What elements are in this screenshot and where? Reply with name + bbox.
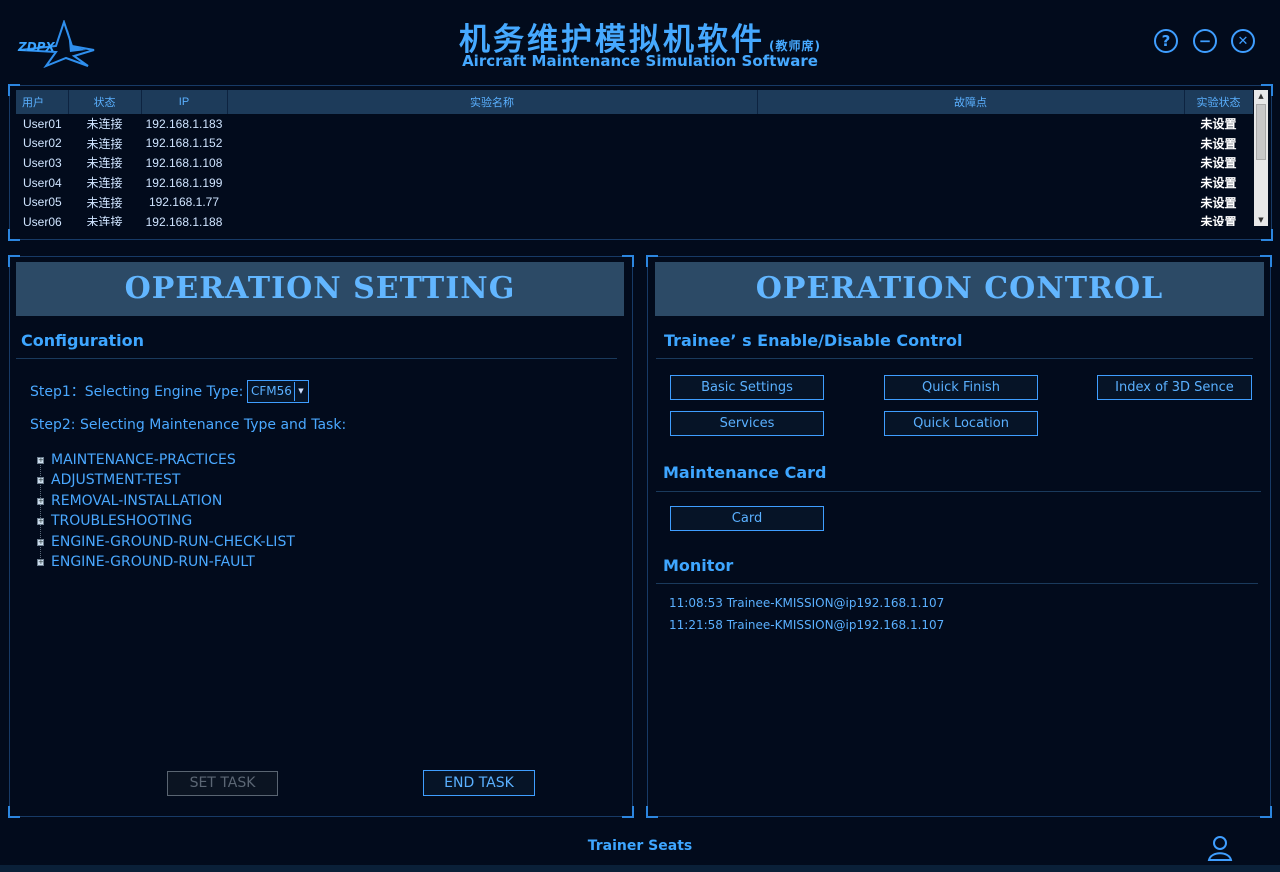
cell-experiment (227, 173, 757, 193)
monitor-heading: Monitor (663, 556, 734, 575)
user-table: 用户 状态 IP 实验名称 故障点 实验状态 User01 未连接 192.16… (16, 90, 1253, 226)
table-scrollbar[interactable]: ▲ ▼ (1254, 90, 1268, 226)
set-task-button[interactable]: SET TASK (167, 771, 278, 796)
cell-ip: 192.168.1.188 (145, 214, 223, 226)
col-header-exp-status[interactable]: 实验状态 (1184, 90, 1253, 114)
cell-experiment (227, 212, 757, 226)
cell-experiment (227, 134, 757, 154)
trainee-control-heading: Trainee’ s Enable/Disable Control (664, 331, 963, 350)
maintenance-card-heading: Maintenance Card (663, 463, 827, 482)
engine-type-value: CFM56 (251, 384, 292, 398)
cell-user: User01 (23, 116, 62, 131)
trainer-seats-label[interactable]: Trainer Seats (0, 838, 1280, 854)
services-button[interactable]: Services (670, 411, 824, 436)
cell-exp-status: 未设置 (1200, 215, 1237, 226)
table-row[interactable]: User04 未连接 192.168.1.199 未设置 (16, 173, 1253, 193)
cell-status: 未连接 (86, 215, 123, 226)
cell-user: User03 (23, 155, 62, 170)
quick-location-button[interactable]: Quick Location (884, 411, 1038, 436)
index-3d-scene-button[interactable]: Index of 3D Sence (1097, 375, 1252, 400)
minimize-icon[interactable]: − (1193, 29, 1217, 53)
cell-status: 未连接 (86, 176, 123, 191)
expand-icon[interactable]: + (37, 457, 44, 464)
scroll-up-icon[interactable]: ▲ (1254, 90, 1268, 102)
tree-item-troubleshooting[interactable]: TROUBLESHOOTING (51, 513, 192, 529)
cell-experiment (227, 153, 757, 173)
cell-exp-status: 未设置 (1200, 156, 1237, 171)
cell-status: 未连接 (86, 117, 123, 132)
table-row[interactable]: User06 未连接 192.168.1.188 未设置 (16, 212, 1253, 226)
table-row[interactable]: User05 未连接 192.168.1.77 未设置 (16, 192, 1253, 212)
operation-setting-title: OPERATION SETTING (16, 262, 624, 316)
divider (656, 491, 1261, 492)
tree-item-maintenance-practices[interactable]: MAINTENANCE-PRACTICES (51, 452, 236, 468)
cell-status: 未连接 (86, 195, 123, 210)
step2-label: Step2: Selecting Maintenance Type and Ta… (30, 417, 347, 433)
help-icon[interactable]: ? (1154, 29, 1178, 53)
operation-control-title: OPERATION CONTROL (655, 262, 1264, 316)
close-icon[interactable]: ✕ (1231, 29, 1255, 53)
cell-fault (757, 212, 1184, 226)
col-header-experiment[interactable]: 实验名称 (227, 90, 758, 114)
quick-finish-button[interactable]: Quick Finish (884, 375, 1038, 400)
step1-label: Step1：Selecting Engine Type: (30, 384, 244, 400)
end-task-button[interactable]: END TASK (423, 770, 535, 796)
cell-experiment (227, 114, 757, 134)
cell-fault (757, 114, 1184, 134)
cell-user: User05 (23, 195, 62, 210)
user-icon[interactable] (1206, 834, 1234, 862)
cell-user: User04 (23, 175, 62, 190)
cell-ip: 192.168.1.199 (145, 175, 223, 190)
table-row[interactable]: User03 未连接 192.168.1.108 未设置 (16, 153, 1253, 173)
cell-ip: 192.168.1.108 (145, 155, 223, 170)
divider (16, 358, 617, 359)
expand-icon[interactable]: + (37, 477, 44, 484)
tree-item-engine-ground-run-check-list[interactable]: ENGINE-GROUND-RUN-CHECK-LIST (51, 534, 295, 550)
col-header-user[interactable]: 用户 (16, 90, 69, 114)
cell-exp-status: 未设置 (1200, 176, 1237, 191)
footer-bar (0, 865, 1280, 872)
divider (656, 358, 1253, 359)
expand-icon[interactable]: + (37, 539, 44, 546)
cell-ip: 192.168.1.152 (145, 136, 223, 151)
table-row[interactable]: User01 未连接 192.168.1.183 未设置 (16, 114, 1253, 134)
cell-exp-status: 未设置 (1200, 117, 1237, 132)
tree-item-engine-ground-run-fault[interactable]: ENGINE-GROUND-RUN-FAULT (51, 554, 255, 570)
tree-item-adjustment-test[interactable]: ADJUSTMENT-TEST (51, 472, 180, 488)
cell-ip: 192.168.1.183 (145, 116, 223, 131)
cell-fault (757, 153, 1184, 173)
table-row[interactable]: User02 未连接 192.168.1.152 未设置 (16, 134, 1253, 154)
cell-status: 未连接 (86, 156, 123, 171)
cell-experiment (227, 192, 757, 212)
cell-user: User02 (23, 136, 62, 151)
cell-fault (757, 173, 1184, 193)
cell-status: 未连接 (86, 136, 123, 151)
cell-user: User06 (23, 214, 62, 226)
cell-fault (757, 134, 1184, 154)
col-header-fault[interactable]: 故障点 (757, 90, 1185, 114)
scroll-down-icon[interactable]: ▼ (1254, 214, 1268, 226)
expand-icon[interactable]: + (37, 559, 44, 566)
app-title-cn-sub: (教师席) (769, 39, 821, 53)
table-header-row: 用户 状态 IP 实验名称 故障点 实验状态 (16, 90, 1253, 114)
expand-icon[interactable]: + (37, 518, 44, 525)
basic-settings-button[interactable]: Basic Settings (670, 375, 824, 400)
card-button[interactable]: Card (670, 506, 824, 531)
app-title-en: Aircraft Maintenance Simulation Software (462, 52, 818, 70)
expand-icon[interactable]: + (37, 498, 44, 505)
configuration-heading: Configuration (21, 331, 145, 350)
monitor-log-entry: 11:08:53 Trainee-KMISSION@ip192.168.1.10… (669, 596, 945, 610)
divider (656, 583, 1258, 584)
col-header-status[interactable]: 状态 (68, 90, 142, 114)
cell-fault (757, 192, 1184, 212)
cell-exp-status: 未设置 (1200, 195, 1237, 210)
tree-item-removal-installation[interactable]: REMOVAL-INSTALLATION (51, 493, 222, 509)
cell-ip: 192.168.1.77 (148, 195, 220, 210)
scroll-thumb[interactable] (1256, 104, 1266, 160)
col-header-ip[interactable]: IP (141, 90, 228, 114)
monitor-log-entry: 11:21:58 Trainee-KMISSION@ip192.168.1.10… (669, 618, 945, 632)
chevron-down-icon[interactable]: ▼ (294, 382, 307, 401)
cell-exp-status: 未设置 (1200, 136, 1237, 151)
engine-type-select[interactable]: CFM56 ▼ (247, 380, 309, 403)
